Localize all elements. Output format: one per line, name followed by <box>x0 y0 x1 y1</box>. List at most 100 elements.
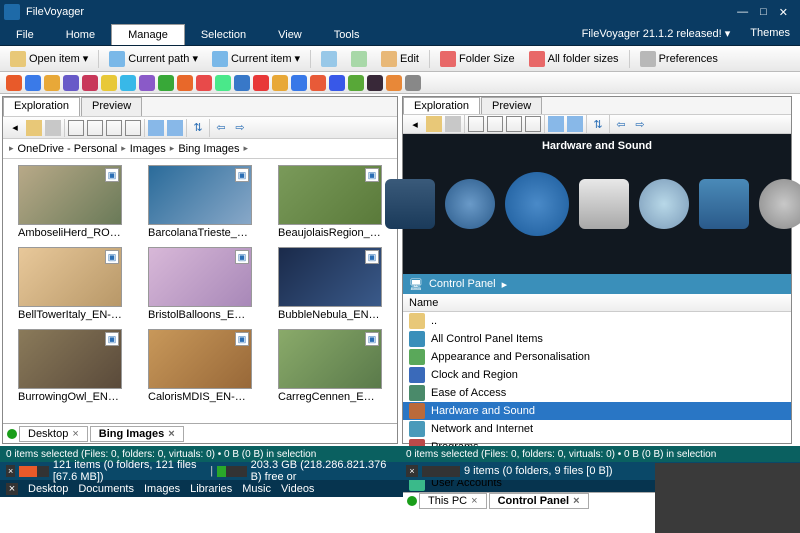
thumbnail[interactable]: ▣BristolBalloons_EN-GB... <box>139 247 261 321</box>
bottom-tab[interactable]: This PC× <box>419 493 487 509</box>
menu-tools[interactable]: Tools <box>318 24 376 45</box>
list-item[interactable]: All Control Panel Items <box>403 330 791 348</box>
fav-icon[interactable] <box>253 75 269 91</box>
thumbnail[interactable]: ▣BubbleNebula_EN-GB8... <box>269 247 391 321</box>
tool-icon[interactable] <box>445 116 461 132</box>
tool-icon[interactable] <box>45 120 61 136</box>
folder-icon[interactable] <box>426 116 442 132</box>
view-icon[interactable] <box>506 116 522 132</box>
fav-icon[interactable] <box>386 75 402 91</box>
tool-icon[interactable] <box>548 116 564 132</box>
list-header[interactable]: Name <box>403 294 791 312</box>
fav-icon[interactable] <box>367 75 383 91</box>
breadcrumb-item[interactable]: Images <box>130 143 166 155</box>
fav-icon[interactable] <box>82 75 98 91</box>
quick-link[interactable]: Documents <box>78 483 134 495</box>
fav-icon[interactable] <box>215 75 231 91</box>
breadcrumb-item[interactable]: Control Panel <box>429 278 496 290</box>
list-item[interactable]: Hardware and Sound <box>403 402 791 420</box>
current-item-button[interactable]: Current item ▾ <box>208 49 304 69</box>
tool-icon-1[interactable] <box>317 49 341 69</box>
list-item[interactable]: Clock and Region <box>403 366 791 384</box>
release-notice[interactable]: FileVoyager 21.1.2 released! ▾ <box>572 24 741 45</box>
view-icon[interactable] <box>106 120 122 136</box>
maximize-button[interactable]: □ <box>760 6 767 19</box>
thumbnail[interactable]: ▣BellTowerItaly_EN-GB73... <box>9 247 131 321</box>
fav-icon[interactable] <box>6 75 22 91</box>
view-icon[interactable] <box>468 116 484 132</box>
bottom-tab[interactable]: Desktop× <box>19 426 88 442</box>
quick-link[interactable]: Videos <box>281 483 314 495</box>
fav-icon[interactable] <box>177 75 193 91</box>
themes-menu[interactable]: Themes <box>740 24 800 45</box>
thumbnail[interactable]: ▣BurrowingOwl_EN-GB8... <box>9 329 131 403</box>
fav-icon[interactable] <box>158 75 174 91</box>
fav-icon[interactable] <box>139 75 155 91</box>
breadcrumb-item[interactable]: Bing Images <box>178 143 239 155</box>
menu-home[interactable]: Home <box>50 24 111 45</box>
fav-icon[interactable] <box>44 75 60 91</box>
minimize-button[interactable]: — <box>737 6 748 19</box>
current-path-button[interactable]: Current path ▾ <box>105 49 202 69</box>
view-icon[interactable] <box>87 120 103 136</box>
bottom-tab[interactable]: Bing Images× <box>90 426 184 442</box>
tool-icon[interactable] <box>167 120 183 136</box>
fav-icon[interactable] <box>291 75 307 91</box>
forward-icon[interactable]: ⇨ <box>232 120 248 136</box>
fav-icon[interactable] <box>25 75 41 91</box>
thumbnail[interactable]: ▣BarcolanaTrieste_EN-G... <box>139 165 261 239</box>
cp-breadcrumb[interactable]: 🖥 Control Panel ▸ <box>403 274 791 294</box>
menu-selection[interactable]: Selection <box>185 24 262 45</box>
menu-file[interactable]: File <box>0 24 50 45</box>
close-button[interactable]: ✕ <box>779 6 788 19</box>
menu-view[interactable]: View <box>262 24 318 45</box>
back-icon[interactable]: ⇦ <box>613 116 629 132</box>
all-folder-sizes-button[interactable]: All folder sizes <box>525 49 623 69</box>
quick-link[interactable]: Libraries <box>190 483 232 495</box>
thumbnail[interactable]: ▣AmboseliHerd_ROW65... <box>9 165 131 239</box>
fav-icon[interactable] <box>234 75 250 91</box>
open-item-button[interactable]: Open item ▾ <box>6 49 92 69</box>
thumbnail[interactable]: ▣BeaujolaisRegion_EN-G... <box>269 165 391 239</box>
thumbnail[interactable]: ▣CalorisMDIS_EN-GB781... <box>139 329 261 403</box>
edit-button[interactable]: Edit <box>377 49 423 69</box>
fav-icon[interactable] <box>272 75 288 91</box>
forward-icon[interactable]: ⇨ <box>632 116 648 132</box>
fav-icon[interactable] <box>196 75 212 91</box>
folder-icon[interactable] <box>26 120 42 136</box>
list-item[interactable]: Network and Internet <box>403 420 791 438</box>
close-icon[interactable]: × <box>6 483 18 495</box>
nav-icon[interactable]: ◂ <box>407 116 423 132</box>
close-icon[interactable]: × <box>406 465 418 477</box>
quick-link[interactable]: Images <box>144 483 180 495</box>
thumbnail[interactable]: ▣CarregCennen_EN-GB1... <box>269 329 391 403</box>
close-icon[interactable]: × <box>6 465 15 477</box>
breadcrumb[interactable]: ▸ OneDrive - Personal ▸ Images ▸ Bing Im… <box>3 139 397 159</box>
tab-exploration[interactable]: Exploration <box>3 97 80 116</box>
tab-preview[interactable]: Preview <box>481 97 542 114</box>
quick-link[interactable]: Desktop <box>28 483 68 495</box>
tab-exploration[interactable]: Exploration <box>403 97 480 114</box>
fav-icon[interactable] <box>310 75 326 91</box>
menu-manage[interactable]: Manage <box>111 24 185 45</box>
tool-icon[interactable] <box>567 116 583 132</box>
bottom-tab[interactable]: Control Panel× <box>489 493 589 509</box>
fav-icon[interactable] <box>329 75 345 91</box>
fav-icon[interactable] <box>405 75 421 91</box>
preferences-button[interactable]: Preferences <box>636 49 722 69</box>
fav-icon[interactable] <box>63 75 79 91</box>
sort-icon[interactable]: ⇅ <box>590 116 606 132</box>
nav-icon[interactable]: ◂ <box>7 120 23 136</box>
list-item[interactable]: Ease of Access <box>403 384 791 402</box>
back-icon[interactable]: ⇦ <box>213 120 229 136</box>
tool-icon[interactable] <box>148 120 164 136</box>
breadcrumb-item[interactable]: OneDrive - Personal <box>18 143 118 155</box>
fav-icon[interactable] <box>101 75 117 91</box>
view-icon[interactable] <box>125 120 141 136</box>
thumbnail-grid[interactable]: ▣AmboseliHerd_ROW65...▣BarcolanaTrieste_… <box>3 159 397 423</box>
list-item[interactable]: Appearance and Personalisation <box>403 348 791 366</box>
tool-icon-2[interactable] <box>347 49 371 69</box>
view-icon[interactable] <box>525 116 541 132</box>
list-item-up[interactable]: .. <box>403 312 791 330</box>
tab-preview[interactable]: Preview <box>81 97 142 116</box>
